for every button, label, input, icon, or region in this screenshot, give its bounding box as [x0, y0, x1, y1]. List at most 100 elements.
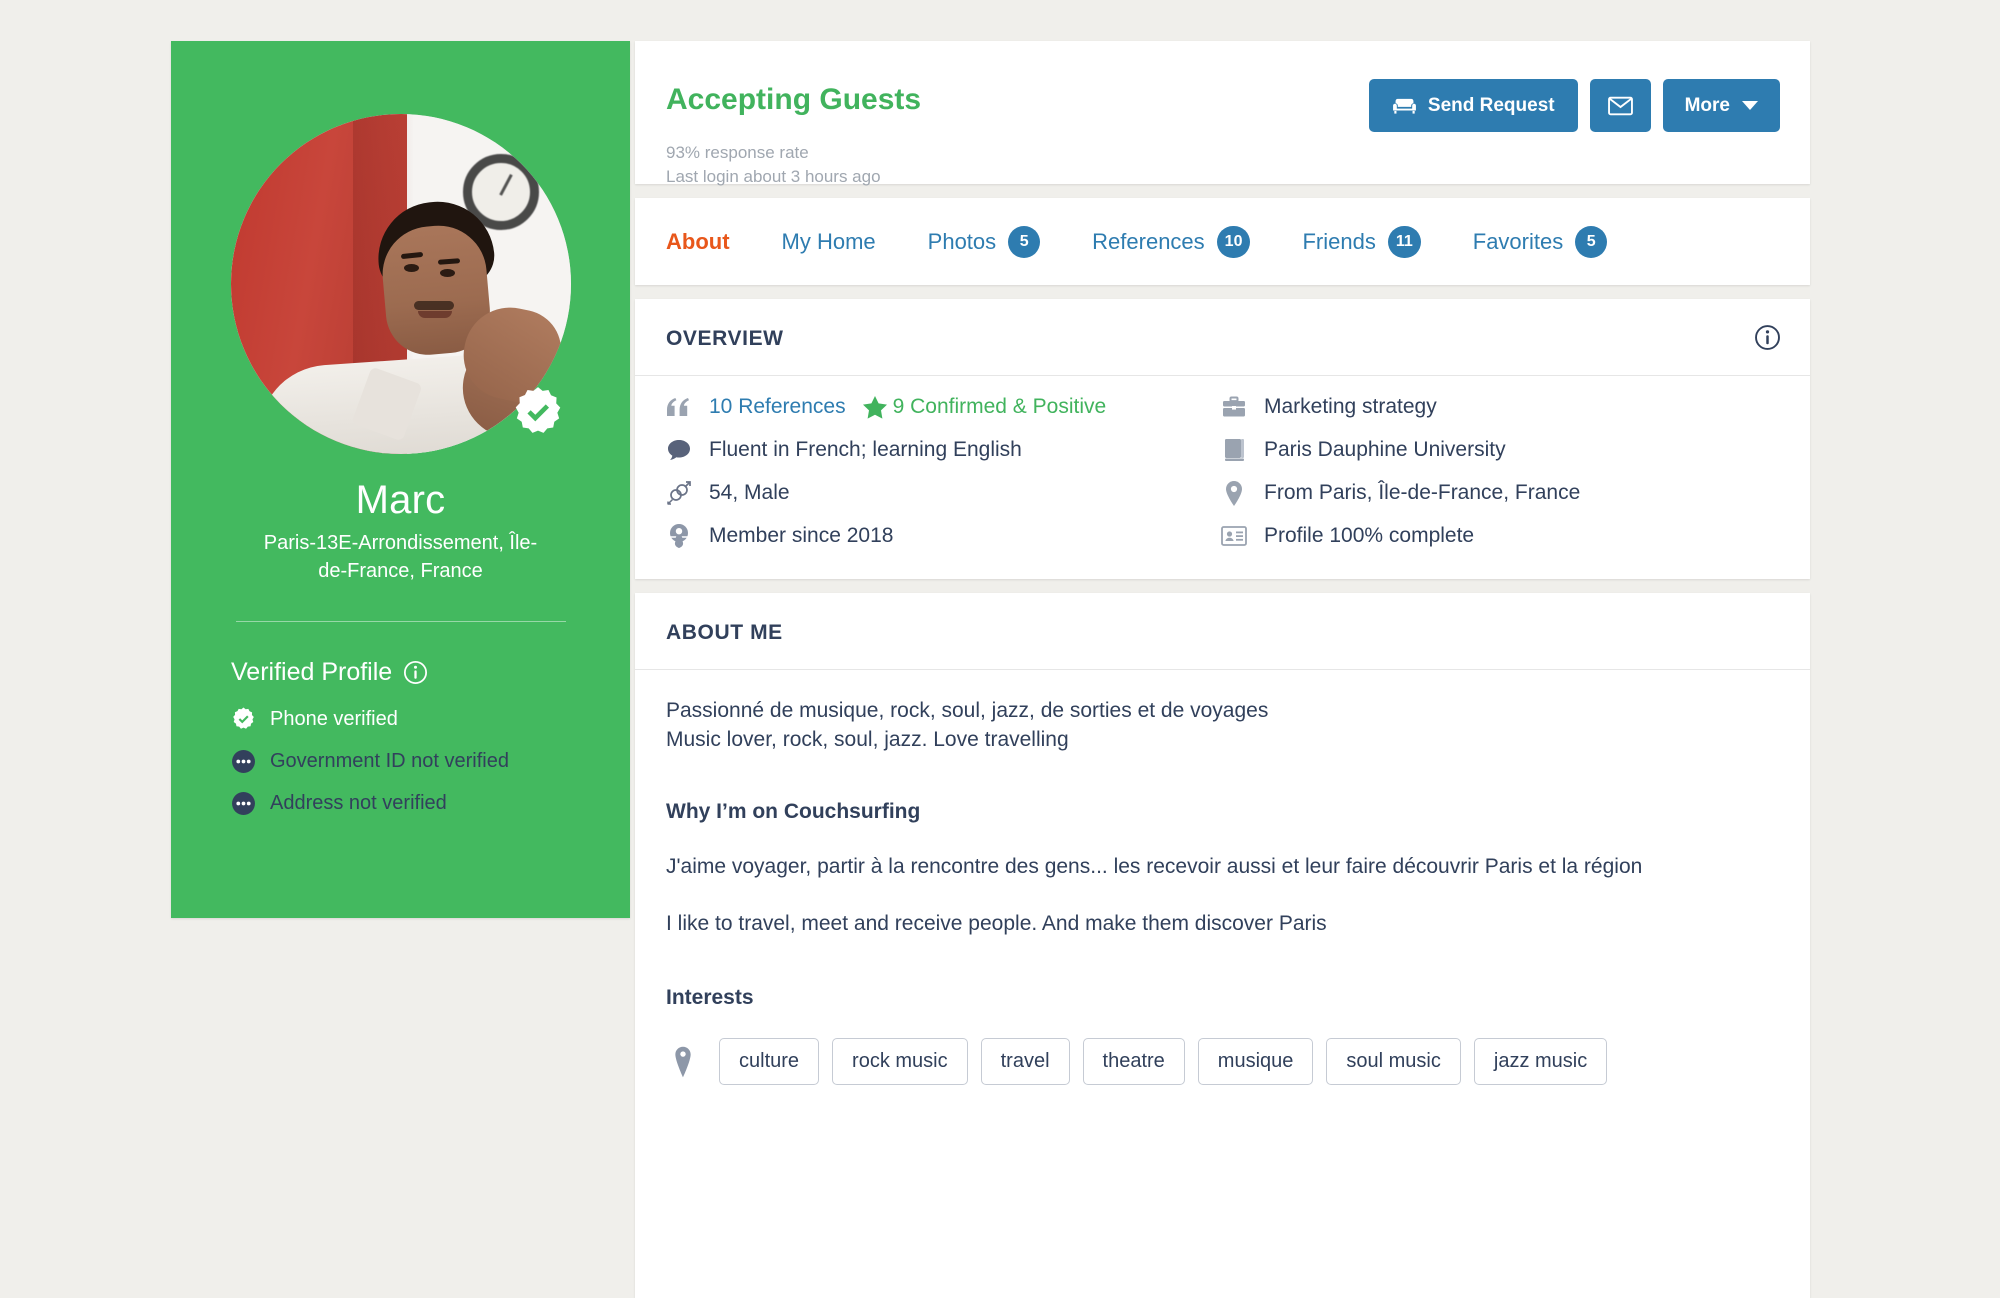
verified-profile-header: Verified Profile — [231, 658, 630, 687]
overview-text: 54, Male — [709, 481, 790, 504]
about-me-body: Passionné de musique, rock, soul, jazz, … — [666, 696, 1776, 1085]
overview-item-occupation: Marketing strategy — [1221, 394, 1776, 420]
overview-grid: 10 References 9 Confirmed & Positive Mar… — [666, 394, 1776, 549]
photo-eye-left — [403, 263, 419, 272]
tab-label: References — [1092, 228, 1205, 254]
overview-text: Fluent in French; learning English — [709, 438, 1022, 461]
tab-badge: 5 — [1575, 225, 1608, 258]
send-request-button[interactable]: Send Request — [1368, 79, 1578, 132]
couch-icon — [1392, 98, 1416, 114]
tab-photos[interactable]: Photos 5 — [927, 225, 1041, 258]
status-meta: 93% response rate Last login about 3 hou… — [666, 141, 881, 189]
verified-profile-label: Verified Profile — [231, 658, 393, 686]
id-card-icon — [1221, 523, 1247, 549]
overview-card: OVERVIEW 10 References 9 Confirmed & Pos… — [635, 299, 1810, 579]
overview-item-age-gender: 54, Male — [666, 480, 1221, 506]
profile-page: Marc Paris-13E-Arrondissement, Île-de-Fr… — [0, 0, 2000, 1298]
ellipsis-circle-icon — [232, 750, 255, 773]
about-intro-line-1: Passionné de musique, rock, soul, jazz, … — [666, 699, 1269, 722]
tab-my-home[interactable]: My Home — [782, 229, 876, 255]
profile-actions: Send Request More — [1368, 79, 1780, 132]
message-button[interactable] — [1589, 79, 1651, 132]
tab-label: Friends — [1302, 228, 1376, 254]
overview-item-member-since: Member since 2018 — [666, 523, 1221, 549]
last-login: Last login about 3 hours ago — [666, 167, 881, 186]
info-circle-icon[interactable] — [403, 660, 428, 685]
why-couchsurfing-heading: Why I’m on Couchsurfing — [666, 800, 921, 823]
profile-name: Marc — [355, 478, 446, 522]
tab-label: Favorites — [1472, 228, 1564, 254]
tab-friends[interactable]: Friends 11 — [1302, 225, 1421, 258]
why-couchsurfing-en: I like to travel, meet and receive peopl… — [666, 912, 1327, 935]
verification-label: Phone verified — [270, 708, 398, 730]
map-pin-icon — [1221, 480, 1247, 506]
tab-badge: 10 — [1216, 225, 1251, 258]
verification-item-address: Address not verified — [231, 791, 630, 816]
sidebar-divider — [235, 621, 566, 622]
gender-icon — [666, 480, 692, 506]
interest-tag[interactable]: culture — [719, 1038, 820, 1085]
avatar[interactable] — [230, 114, 571, 454]
envelope-icon — [1607, 96, 1633, 115]
speech-bubble-icon — [666, 437, 692, 463]
verification-label: Government ID not verified — [270, 750, 509, 772]
verification-item-phone: Phone verified — [231, 707, 630, 732]
photo-mustache — [414, 301, 455, 310]
photo-eye-right — [439, 268, 455, 277]
interest-tag[interactable]: soul music — [1326, 1038, 1461, 1085]
response-rate: 93% response rate — [666, 143, 809, 162]
overview-item-references: 10 References 9 Confirmed & Positive — [666, 394, 1221, 420]
overview-item-education: Paris Dauphine University — [1221, 437, 1776, 463]
verification-item-government-id: Government ID not verified — [231, 749, 630, 774]
about-me-title: ABOUT ME — [666, 621, 783, 644]
hosting-status: Accepting Guests — [666, 83, 922, 116]
info-circle-icon[interactable] — [1754, 324, 1781, 351]
tab-label: Photos — [927, 228, 997, 254]
tab-references[interactable]: References 10 — [1092, 225, 1251, 258]
profile-location: Paris-13E-Arrondissement, Île-de-France,… — [263, 532, 538, 582]
overview-item-languages: Fluent in French; learning English — [666, 437, 1221, 463]
star-icon — [862, 395, 887, 419]
send-request-label: Send Request — [1427, 94, 1555, 116]
overview-item-profile-complete: Profile 100% complete — [1221, 523, 1776, 549]
about-me-card: ABOUT ME Passionné de musique, rock, sou… — [635, 593, 1810, 1298]
verification-label: Address not verified — [270, 792, 447, 814]
verified-badge-icon — [233, 707, 254, 729]
why-couchsurfing-fr: J'aime voyager, partir à la rencontre de… — [666, 855, 1643, 878]
tab-label: My Home — [781, 228, 876, 254]
profile-sidebar-card: Marc Paris-13E-Arrondissement, Île-de-Fr… — [171, 41, 630, 918]
about-intro-line-2: Music lover, rock, soul, jazz. Love trav… — [666, 728, 1069, 751]
references-link[interactable]: 10 References — [709, 395, 846, 419]
overview-text: Profile 100% complete — [1264, 524, 1475, 547]
profile-tabs: About My Home Photos 5 References 10 Fri… — [666, 198, 1659, 285]
photo-mouth — [417, 311, 452, 319]
interest-tag[interactable]: musique — [1197, 1038, 1314, 1085]
interest-tag[interactable]: rock music — [832, 1038, 968, 1085]
profile-tabs-card: About My Home Photos 5 References 10 Fri… — [635, 198, 1810, 285]
tab-label: About — [666, 228, 730, 254]
tab-badge: 5 — [1008, 225, 1041, 258]
confirmed-references-label: 9 Confirmed & Positive — [892, 395, 1107, 418]
overview-text: Marketing strategy — [1264, 395, 1437, 418]
more-button[interactable]: More — [1662, 79, 1780, 132]
verified-badge-icon — [515, 387, 560, 433]
more-label: More — [1684, 94, 1730, 116]
overview-title: OVERVIEW — [666, 327, 784, 350]
quote-icon — [666, 394, 692, 420]
tag-icon — [666, 1045, 700, 1079]
book-icon — [1221, 437, 1247, 463]
photo-eyebrow-right — [437, 257, 461, 265]
overview-text: Paris Dauphine University — [1264, 438, 1506, 461]
globe-icon — [666, 523, 692, 549]
tab-favorites[interactable]: Favorites 5 — [1472, 225, 1608, 258]
tab-badge: 11 — [1387, 225, 1421, 258]
status-card: Accepting Guests 93% response rate Last … — [635, 41, 1810, 186]
briefcase-icon — [1221, 394, 1247, 420]
about-me-header: ABOUT ME — [635, 593, 1810, 670]
chevron-down-icon — [1742, 101, 1758, 110]
interest-tag[interactable]: travel — [980, 1038, 1070, 1085]
interest-tag[interactable]: jazz music — [1473, 1038, 1608, 1085]
tab-about[interactable]: About — [666, 229, 730, 255]
interests-heading: Interests — [666, 986, 754, 1009]
interest-tag[interactable]: theatre — [1082, 1038, 1185, 1085]
